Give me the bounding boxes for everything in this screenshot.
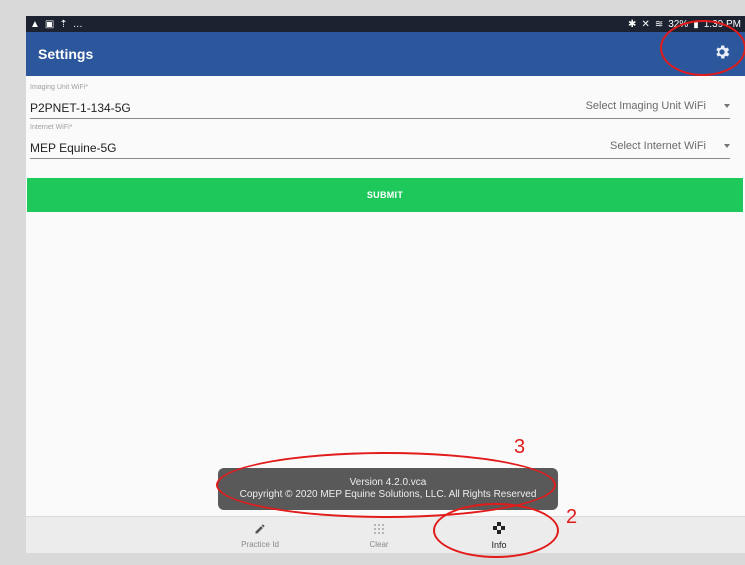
annotation-number-2: 2 [566,506,578,528]
annotation-number-3: 3 [514,436,526,458]
status-bar: ▲ ▣ ⇡ … ✱ ✕ ≋ 32% ▮ 1:39 PM [26,16,745,32]
bluetooth-icon: ✱ [628,18,637,30]
internet-wifi-value: MEP Equine-5G [30,141,117,155]
imaging-unit-wifi-field[interactable]: Imaging Unit WiFi* P2PNET-1-134-5G Selec… [30,82,730,119]
submit-button[interactable]: SUBMIT [27,178,743,212]
imaging-unit-wifi-select[interactable]: Select Imaging Unit WiFi [586,100,730,112]
image-icon: ▣ [44,18,55,30]
dropdown-caret-icon [724,144,730,148]
nav-label: Clear [369,539,389,549]
imaging-unit-wifi-value: P2PNET-1-134-5G [30,101,131,115]
nav-label: Practice Id [241,539,279,549]
internet-wifi-placeholder: Select Internet WiFi [610,140,706,152]
bottom-nav: Practice Id Clear Info [26,516,745,553]
internet-wifi-label: Internet WiFi* [30,124,73,131]
nav-practice-id[interactable]: Practice Id [225,517,295,553]
imaging-unit-wifi-label: Imaging Unit WiFi* [30,84,88,91]
internet-wifi-field[interactable]: Internet WiFi* MEP Equine-5G Select Inte… [30,122,730,159]
warning-icon: ▲ [30,18,40,30]
annotation-circle-2 [433,503,559,558]
grid-icon [373,523,385,537]
upload-icon: ⇡ [59,18,68,30]
nav-clear[interactable]: Clear [344,517,414,553]
dropdown-caret-icon [724,104,730,108]
wifi-icon: ≋ [654,18,664,30]
pencil-icon [254,523,266,537]
annotation-circle-settings [660,20,745,76]
imaging-unit-wifi-placeholder: Select Imaging Unit WiFi [585,100,706,112]
internet-wifi-select[interactable]: Select Internet WiFi [610,140,730,152]
mute-icon: ✕ [641,18,650,30]
app-bar: Settings [26,32,745,76]
status-more: … [72,18,83,30]
page-title: Settings [38,46,94,62]
